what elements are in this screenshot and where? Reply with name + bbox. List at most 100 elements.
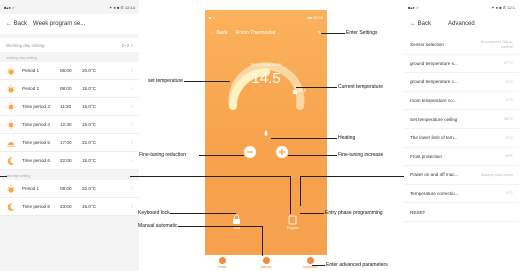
status-right: ✶ ● ■ ✆ 12:14 xyxy=(109,4,135,10)
enter-settings-annotation: Enter Settings xyxy=(346,30,378,36)
annotation-line xyxy=(271,138,337,139)
period-row[interactable]: Period 2 08:00 15.0°C › xyxy=(0,80,139,98)
period-temp: 22.0°C xyxy=(82,140,97,145)
period-name: Time period 4 xyxy=(22,122,50,127)
reset-row[interactable]: RESET xyxy=(404,203,519,222)
rest-period-list: Period 1 08:00 22.0°C › Time period 6 23… xyxy=(0,180,139,216)
setting-row[interactable]: Sensor selection In-s-control Out-s-contr… xyxy=(404,36,519,55)
status-right: ✶ ● ■ ✆ 12:1 xyxy=(491,4,515,10)
sun-icon xyxy=(6,120,16,129)
annotation-line xyxy=(199,155,244,156)
period-time: 06:00 xyxy=(60,68,72,73)
setting-row[interactable]: ground temperature c... 2°C xyxy=(404,73,519,92)
working-day-setting-row[interactable]: Working day setting 5+2 > xyxy=(0,38,139,52)
period-temp: 15.0°C xyxy=(82,158,97,163)
bottom-bar: Power Manual Advanced xyxy=(205,255,327,271)
setting-label: RESET xyxy=(410,209,426,215)
annotation-line xyxy=(170,213,236,214)
period-row[interactable]: Time period 6 23:00 15.0°C › xyxy=(0,198,139,216)
period-temp: 20.0°C xyxy=(82,68,97,73)
advanced-screen: ■▴● ✓ ✶ ● ■ ✆ 12:1 ← Back Advanced Senso… xyxy=(404,0,519,271)
chevron-right-icon: › xyxy=(131,157,133,164)
status-left: ■▴● ✓ xyxy=(408,4,420,10)
advanced-icon xyxy=(306,257,314,264)
sunrise-icon xyxy=(7,66,15,75)
setting-row[interactable]: Power on and off mac... Always shut down xyxy=(404,166,519,185)
period-temp: 22.0°C xyxy=(82,186,97,191)
enter-advanced-annotation: Enter advanced parameters xyxy=(326,262,388,268)
period-temp: 15.0°C xyxy=(82,104,97,109)
period-row[interactable]: Period 1 08:00 22.0°C › xyxy=(0,180,139,198)
setting-row[interactable]: Frost protection OFF xyxy=(404,148,519,167)
setting-label: Temperature correctio... xyxy=(410,191,459,197)
status-bar: ■▴● ✓ ✶ ● ■ ✆ 12:14 xyxy=(0,0,139,14)
period-temp: 15.0°C xyxy=(82,122,97,127)
thermostat-dial[interactable] xyxy=(205,10,327,271)
annotation-line xyxy=(321,33,345,34)
program-icon[interactable] xyxy=(288,215,297,225)
annotation-line xyxy=(300,213,324,214)
chevron-right-icon: › xyxy=(131,185,133,192)
period-row[interactable]: Time period 3 11:30 15.0°C › xyxy=(0,98,139,116)
fine-tuning-increase-annotation: Fine-tuning increase xyxy=(338,152,384,158)
period-row[interactable]: Time period 4 12:30 15.0°C › xyxy=(0,116,139,134)
chevron-right-icon: › xyxy=(131,85,133,92)
setting-value: 0°C xyxy=(506,190,513,196)
period-temp: 15.0°C xyxy=(82,204,97,209)
advanced-tab[interactable]: Advanced xyxy=(295,257,325,269)
period-row[interactable]: Time period 5 17:00 22.0°C › xyxy=(0,134,139,152)
advanced-list: Sensor selection In-s-control Out-s-contr… xyxy=(404,36,519,222)
set-temperature-label: Set temperature xyxy=(250,62,282,67)
setting-row[interactable]: ground temperature s... 47°C xyxy=(404,55,519,74)
power-label: Power xyxy=(217,265,227,269)
manual-tab[interactable]: Manual xyxy=(251,257,281,269)
annotation-line xyxy=(288,155,337,156)
setting-label: Frost protection xyxy=(410,153,442,159)
current-temperature-annotation: Current temperature xyxy=(338,84,384,90)
period-time: 23:00 xyxy=(60,204,72,209)
manual-automatic-annotation: Manual automatic xyxy=(138,223,178,229)
period-time: 17:00 xyxy=(60,140,72,145)
period-row[interactable]: Period 1 06:00 20.0°C › xyxy=(0,62,139,80)
manual-label: Manual xyxy=(260,265,272,269)
set-temperature-annotation: set temperature xyxy=(148,78,184,84)
sun-icon xyxy=(6,102,16,111)
thermostat-screen: ■ ✓ ●■ 10:38 ← Back Room Thermostat ✎ Se… xyxy=(205,10,327,271)
setting-row[interactable]: Temperature correctio... 0°C xyxy=(404,185,519,204)
period-name: Time period 6 xyxy=(22,158,50,163)
annotation-line xyxy=(262,226,263,256)
period-time: 08:00 xyxy=(60,86,72,91)
period-time: 12:30 xyxy=(60,122,72,127)
setting-value: 35°C xyxy=(504,115,513,121)
chevron-right-icon: › xyxy=(131,121,133,128)
hand-icon xyxy=(262,257,270,264)
annotation-line xyxy=(0,176,7,177)
nav-bar: ← Back Advanced xyxy=(404,14,519,34)
status-left: ■▴● ✓ xyxy=(4,4,16,10)
heating-flame-icon xyxy=(264,130,268,136)
period-row[interactable]: Time period 6 22:00 15.0°C › xyxy=(0,152,139,170)
setting-row[interactable]: Set temperature ceiling 35°C xyxy=(404,110,519,129)
setting-value: In-s-control Out-s-control xyxy=(480,39,513,49)
period-time: 08:00 xyxy=(60,186,72,191)
week-program-screen: ■▴● ✓ ✶ ● ■ ✆ 12:14 ← Back Week program … xyxy=(0,0,139,271)
annotation-line xyxy=(296,87,337,88)
period-name: Time period 5 xyxy=(22,140,50,145)
power-tab[interactable]: Power xyxy=(207,257,237,269)
chevron-right-icon: › xyxy=(131,103,133,110)
setting-row[interactable]: room temperature co... 1°C xyxy=(404,92,519,111)
setting-value: OFF xyxy=(505,153,513,159)
setting-row[interactable]: The lower limit of tem... 5°C xyxy=(404,129,519,148)
page-title: Advanced xyxy=(448,21,475,27)
nav-bar: ← Back Week program se... xyxy=(0,14,139,34)
period-name: Period 1 xyxy=(22,68,40,73)
rest-day-header: rest day setting xyxy=(6,174,31,178)
back-button[interactable]: ← Back xyxy=(6,21,27,27)
sunrise-icon xyxy=(7,184,15,193)
back-button[interactable]: ← Back xyxy=(410,21,431,27)
setting-value: 2°C xyxy=(506,78,513,84)
set-temperature-value: 14.5 xyxy=(251,70,281,87)
current-temp-marker xyxy=(292,89,298,95)
sunset-icon xyxy=(7,141,15,147)
lock-icon[interactable] xyxy=(233,219,240,224)
